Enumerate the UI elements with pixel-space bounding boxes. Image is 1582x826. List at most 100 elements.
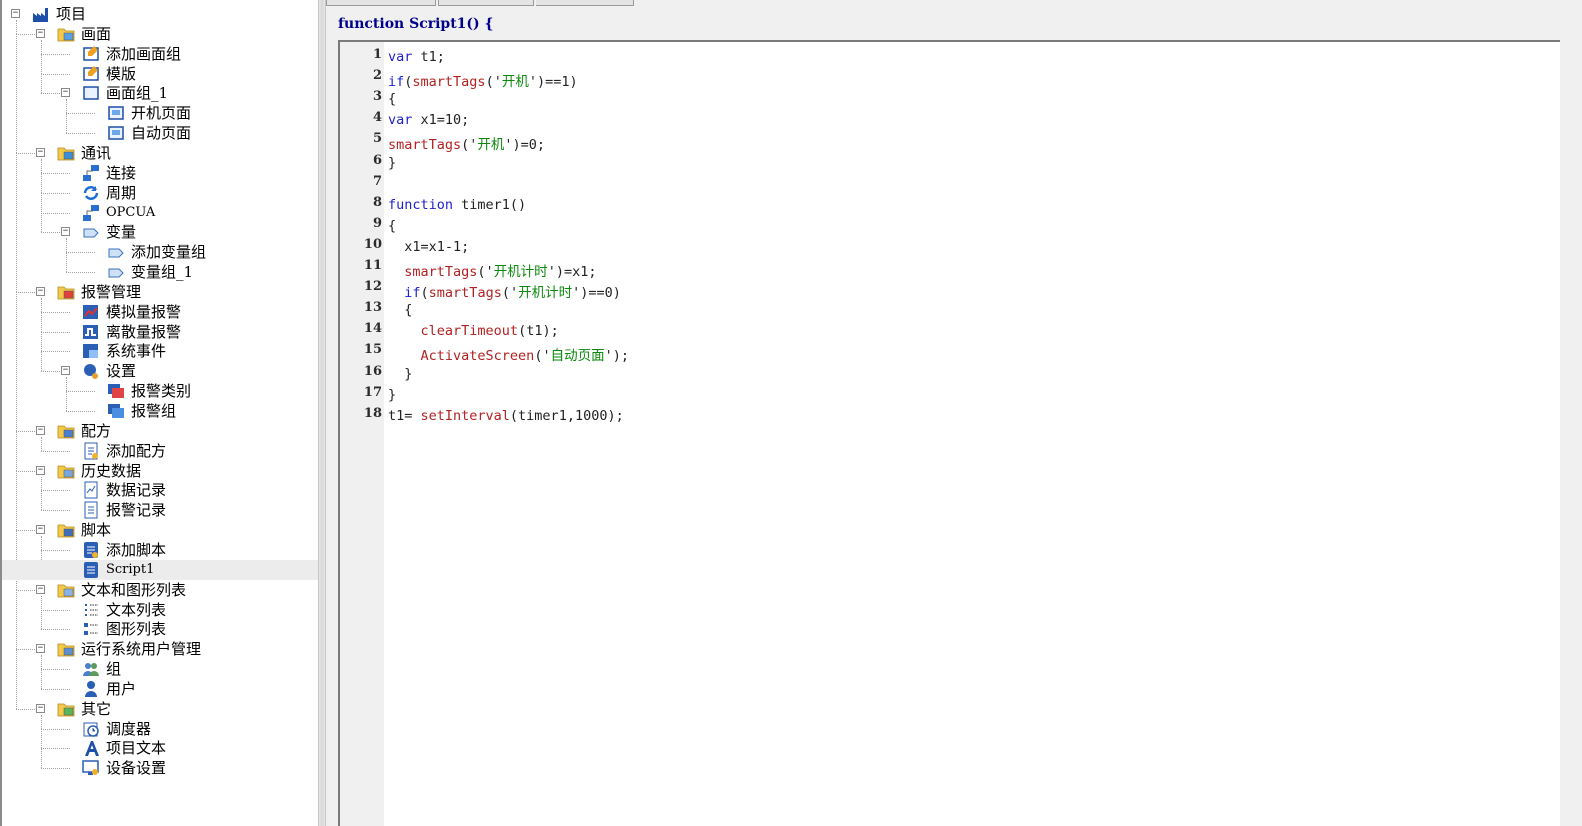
- project-text-icon: [82, 739, 100, 757]
- tree-item[interactable]: − 文本和图形列表: [2, 580, 318, 600]
- tree-item[interactable]: − 设置: [2, 361, 318, 381]
- code-line[interactable]: }: [388, 155, 396, 171]
- code-token: 开机计时: [518, 285, 573, 302]
- code-line[interactable]: }: [388, 366, 412, 382]
- collapse-toggle-icon[interactable]: −: [36, 703, 45, 713]
- alarm-class-icon: [107, 382, 125, 400]
- function-keyword: function: [338, 16, 405, 32]
- tree-item[interactable]: 添加画面组: [2, 44, 318, 64]
- collapse-toggle-icon[interactable]: −: [61, 227, 70, 237]
- code-line[interactable]: t1= setInterval(timer1,1000);: [388, 408, 624, 424]
- tree-item[interactable]: − 运行系统用户管理: [2, 639, 318, 659]
- tree-item[interactable]: 调度器: [2, 719, 318, 739]
- tree-item[interactable]: 报警类别: [2, 381, 318, 401]
- tree-item[interactable]: 文本列表: [2, 600, 318, 620]
- tree-item[interactable]: − 通讯: [2, 143, 318, 163]
- script-icon: [82, 561, 100, 579]
- code-line[interactable]: smartTags('开机计时')=x1;: [388, 260, 596, 280]
- collapse-toggle-icon[interactable]: −: [36, 28, 45, 38]
- tree-item[interactable]: 用户: [2, 679, 318, 699]
- code-token: 开机: [501, 74, 529, 91]
- tree-item[interactable]: 模拟量报警: [2, 302, 318, 322]
- code-line[interactable]: function timer1(): [388, 197, 526, 213]
- collapse-toggle-icon[interactable]: −: [36, 147, 45, 157]
- tree-item[interactable]: 变量组_1: [2, 262, 318, 282]
- editor-tab[interactable]: [536, 0, 634, 6]
- code-line[interactable]: if(smartTags('开机计时')==0): [388, 281, 621, 301]
- editor-tab[interactable]: [326, 0, 436, 6]
- tree-item[interactable]: 添加配方: [2, 441, 318, 461]
- code-line[interactable]: smartTags('开机')=0;: [388, 133, 545, 153]
- code-line[interactable]: {: [388, 218, 396, 234]
- tree-item-label: 组: [106, 660, 122, 679]
- project-tree[interactable]: − 项目 − 画面 添加画面组 模版 − 画面组_1 开机页面 自动页面 − 通讯 连接 周期 OPCUA −…: [0, 0, 318, 826]
- collapse-toggle-icon[interactable]: −: [36, 465, 45, 475]
- collapse-toggle-icon[interactable]: −: [36, 286, 45, 296]
- code-token: }: [388, 154, 397, 171]
- tree-item[interactable]: − 历史数据: [2, 461, 318, 481]
- tree-item[interactable]: 项目文本: [2, 738, 318, 758]
- tree-item[interactable]: 添加变量组: [2, 242, 318, 262]
- code-line[interactable]: x1=x1-1;: [388, 239, 469, 255]
- code-line[interactable]: {: [388, 302, 412, 318]
- tree-item-label: 画面组_1: [106, 84, 169, 103]
- tree-item[interactable]: 自动页面: [2, 123, 318, 143]
- code-token: t1=: [388, 407, 421, 424]
- panel-splitter[interactable]: [318, 0, 326, 826]
- connection-icon: [82, 164, 100, 182]
- tree-item[interactable]: 设备设置: [2, 758, 318, 778]
- tree-item[interactable]: − 配方: [2, 421, 318, 441]
- code-line[interactable]: var x1=10;: [388, 112, 469, 128]
- screen-group-icon: [82, 84, 100, 102]
- discrete-alarm-icon: [82, 323, 100, 341]
- collapse-toggle-icon[interactable]: −: [36, 425, 45, 435]
- device-settings-icon: [82, 759, 100, 777]
- tree-item[interactable]: 离散量报警: [2, 322, 318, 342]
- folder-alarm-icon: [57, 283, 75, 301]
- code-token: ')=0;: [504, 137, 546, 154]
- code-line[interactable]: }: [388, 387, 396, 403]
- tree-item[interactable]: 图形列表: [2, 619, 318, 639]
- tree-item-label: 配方: [81, 421, 112, 440]
- alarm-group-icon: [107, 402, 125, 420]
- tree-item[interactable]: 周期: [2, 183, 318, 203]
- tree-item[interactable]: 报警组: [2, 401, 318, 421]
- collapse-toggle-icon[interactable]: −: [36, 644, 45, 654]
- code-line[interactable]: if(smartTags('开机')==1): [388, 70, 578, 90]
- code-token: smartTags: [412, 74, 486, 91]
- tree-item[interactable]: 添加脚本: [2, 540, 318, 560]
- tree-item-label: 运行系统用户管理: [81, 640, 202, 659]
- code-text[interactable]: var t1; if(smartTags('开机')==1){var x1=10;…: [388, 42, 1560, 826]
- tree-item[interactable]: 报警记录: [2, 500, 318, 520]
- tree-item[interactable]: − 其它: [2, 699, 318, 719]
- tree-item[interactable]: 数据记录: [2, 480, 318, 500]
- tree-item[interactable]: − 脚本: [2, 520, 318, 540]
- code-line[interactable]: {: [388, 91, 396, 107]
- tree-item[interactable]: Script1: [2, 559, 318, 580]
- code-token: x1=x1-1;: [388, 238, 470, 255]
- collapse-toggle-icon[interactable]: −: [36, 525, 45, 535]
- collapse-toggle-icon[interactable]: −: [61, 366, 70, 376]
- code-editor[interactable]: 1 2 3 4 5 6 7 8 9 10 11 12 13 14 15 16 17 18 var t1; if(sm…: [338, 40, 1560, 826]
- tree-item[interactable]: − 画面: [2, 24, 318, 44]
- tree-item[interactable]: 连接: [2, 163, 318, 183]
- tree-item[interactable]: 系统事件: [2, 341, 318, 361]
- code-line[interactable]: ActivateScreen('自动页面');: [388, 344, 629, 364]
- tree-item[interactable]: − 画面组_1: [2, 83, 318, 103]
- tree-item[interactable]: 模版: [2, 64, 318, 84]
- editor-tab[interactable]: [438, 0, 534, 6]
- tree-item-label: 添加脚本: [106, 540, 167, 559]
- tree-item[interactable]: − 项目: [2, 4, 318, 24]
- tree-item[interactable]: 组: [2, 659, 318, 679]
- collapse-toggle-icon[interactable]: −: [11, 9, 20, 18]
- tree-item-label: 画面: [81, 24, 112, 43]
- code-line[interactable]: clearTimeout(t1);: [388, 323, 559, 339]
- code-line[interactable]: var t1;: [388, 49, 445, 65]
- tree-item-label: 其它: [81, 699, 112, 718]
- collapse-toggle-icon[interactable]: −: [61, 88, 70, 98]
- collapse-toggle-icon[interactable]: −: [36, 584, 45, 594]
- tree-item[interactable]: − 变量: [2, 222, 318, 242]
- tree-item[interactable]: OPCUA: [2, 203, 318, 223]
- tree-item[interactable]: 开机页面: [2, 103, 318, 123]
- tree-item[interactable]: − 报警管理: [2, 282, 318, 302]
